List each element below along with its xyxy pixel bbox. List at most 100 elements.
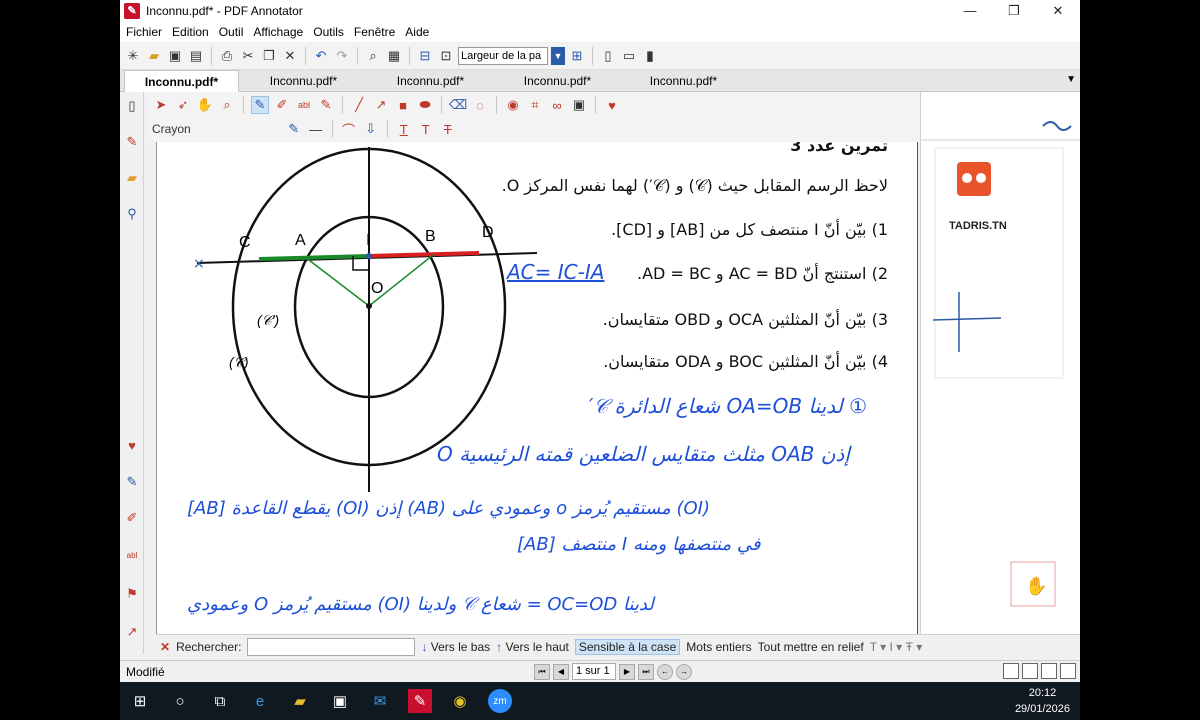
print-icon[interactable]: ⎙	[218, 47, 236, 65]
search-up-button[interactable]: ↑ Vers le haut	[496, 640, 569, 654]
hand-icon[interactable]: ✋	[196, 96, 214, 114]
task-view-icon[interactable]: ⧉	[208, 689, 232, 713]
close-search-icon[interactable]: ✕	[160, 640, 170, 654]
lasso-icon[interactable]: ◌	[471, 96, 489, 114]
save-all-icon[interactable]: ▤	[187, 47, 205, 65]
zoom-in-icon[interactable]: ⊞	[568, 47, 586, 65]
rectangle-icon[interactable]: ■	[394, 96, 412, 114]
line-icon[interactable]: ╱	[350, 96, 368, 114]
tabs-dropdown-icon[interactable]: ▼	[1066, 74, 1076, 85]
fit-width-icon[interactable]: ⊡	[437, 47, 455, 65]
tab-document-2[interactable]: Inconnu.pdf*	[246, 70, 361, 92]
stamp-down-icon[interactable]: ⇩	[362, 120, 380, 138]
whole-words-toggle[interactable]: Mots entiers	[686, 640, 751, 654]
single-page-icon[interactable]: ▯	[599, 47, 617, 65]
redo-icon[interactable]: ↷	[333, 47, 351, 65]
store-icon[interactable]: ▣	[328, 689, 352, 713]
highlight-all-toggle[interactable]: Tout mettre en relief	[758, 640, 864, 654]
view-grid-icon[interactable]	[1060, 663, 1076, 679]
zoom-out-icon[interactable]: ⊟	[416, 47, 434, 65]
paperclip-icon[interactable]: ⚲	[124, 206, 140, 222]
arrow-icon[interactable]: ↗	[124, 624, 140, 640]
save-icon[interactable]: ▣	[166, 47, 184, 65]
windows-start-icon[interactable]: ⊞	[128, 689, 152, 713]
page-icon[interactable]: ▯	[124, 98, 140, 114]
copy-icon[interactable]: ❐	[260, 47, 278, 65]
open-folder-icon[interactable]: ▰	[145, 47, 163, 65]
zoom-app-icon[interactable]: zm	[488, 689, 512, 713]
camera-icon[interactable]: ◉	[504, 96, 522, 114]
page-indicator[interactable]: 1 sur 1	[572, 663, 616, 680]
search-input[interactable]	[247, 637, 416, 656]
text-format-icon[interactable]: T ▾ I ▾ Ŧ ▾	[870, 640, 923, 654]
ellipse-icon[interactable]: ⬬	[416, 96, 434, 114]
heart-icon[interactable]: ♥	[124, 438, 140, 454]
stamp-icon[interactable]: ⚑	[124, 586, 140, 602]
grid-icon[interactable]: ▦	[385, 47, 403, 65]
insert-image-icon[interactable]: ▣	[570, 96, 588, 114]
page-width-icon[interactable]: ▭	[620, 47, 638, 65]
menu-edition[interactable]: Edition	[172, 25, 209, 39]
forward-icon[interactable]: →	[676, 663, 692, 680]
menu-outil[interactable]: Outil	[219, 25, 244, 39]
edge-browser-icon[interactable]: e	[248, 689, 272, 713]
back-icon[interactable]: ←	[657, 663, 673, 680]
find-icon[interactable]: ⌕	[364, 47, 382, 65]
text-strike-icon[interactable]: T	[439, 120, 457, 138]
cut-icon[interactable]: ✂	[239, 47, 257, 65]
menu-fichier[interactable]: Fichier	[126, 25, 162, 39]
line-width-icon[interactable]: —	[307, 120, 325, 138]
mail-icon[interactable]: ✉	[368, 689, 392, 713]
typewriter-icon[interactable]: ✎	[317, 96, 335, 114]
menu-fenetre[interactable]: Fenêtre	[354, 25, 395, 39]
view-continuous-icon[interactable]	[1022, 663, 1038, 679]
first-page-icon[interactable]: ⏮	[534, 663, 550, 680]
text-style-icon[interactable]: T	[395, 120, 413, 138]
file-explorer-icon[interactable]: ▰	[288, 689, 312, 713]
close-button[interactable]: ✕	[1036, 0, 1080, 22]
minimize-button[interactable]: —	[948, 0, 992, 22]
menu-aide[interactable]: Aide	[405, 25, 429, 39]
next-page-icon[interactable]: ▶	[619, 663, 635, 680]
chrome-icon[interactable]: ◉	[448, 689, 472, 713]
last-page-icon[interactable]: ⏭	[638, 663, 654, 680]
link-icon[interactable]: ∞	[548, 96, 566, 114]
prev-page-icon[interactable]: ◀	[553, 663, 569, 680]
favorites-icon[interactable]: ♥	[603, 96, 621, 114]
case-sensitive-toggle[interactable]: Sensible à la case	[574, 638, 681, 655]
menu-outils[interactable]: Outils	[313, 25, 344, 39]
view-single-icon[interactable]	[1003, 663, 1019, 679]
select-arrow-icon[interactable]: ➤	[152, 96, 170, 114]
chevron-down-icon[interactable]: ▼	[551, 47, 565, 65]
tab-document-5[interactable]: Inconnu.pdf*	[626, 70, 741, 92]
view-facing-icon[interactable]	[1041, 663, 1057, 679]
curve-icon[interactable]: ⌒	[340, 120, 358, 138]
text-box-icon[interactable]: abl	[295, 96, 313, 114]
note-icon[interactable]: ▰	[124, 170, 140, 186]
search-down-button[interactable]: ↓ Vers le bas	[421, 640, 490, 654]
pointer-icon[interactable]: ➶	[174, 96, 192, 114]
highlighter-icon[interactable]: ✐	[273, 96, 291, 114]
taskbar-clock[interactable]: 20:12 29/01/2026	[1015, 685, 1070, 717]
text-underline-icon[interactable]: T	[417, 120, 435, 138]
search-circle-icon[interactable]: ○	[168, 689, 192, 713]
delete-icon[interactable]: ✕	[281, 47, 299, 65]
fullscreen-icon[interactable]: ▮	[641, 47, 659, 65]
zoom-select[interactable]: Largeur de la pa	[458, 47, 548, 65]
pdf-annotator-taskbar-icon[interactable]: ✎	[408, 689, 432, 713]
menu-affichage[interactable]: Affichage	[253, 25, 303, 39]
marker-icon[interactable]: ✐	[124, 510, 140, 526]
maximize-button[interactable]: ❐	[992, 0, 1036, 22]
magnifier-icon[interactable]: ⌕	[218, 96, 236, 114]
document-page[interactable]: × C A I B D O (𝒞′) (𝒞) تمرين عدد 3 لاحظ …	[156, 142, 918, 634]
pen-icon[interactable]: ✎	[124, 134, 140, 150]
pencil-tool-icon[interactable]: ✎	[251, 96, 269, 114]
arrow-line-icon[interactable]: ↗	[372, 96, 390, 114]
new-icon[interactable]: ✳	[124, 47, 142, 65]
tab-document-1[interactable]: Inconnu.pdf*	[124, 70, 239, 92]
pencil-icon[interactable]: ✎	[124, 474, 140, 490]
eraser-icon[interactable]: ⌫	[449, 96, 467, 114]
tab-document-3[interactable]: Inconnu.pdf*	[373, 70, 488, 92]
crop-icon[interactable]: ⌗	[526, 96, 544, 114]
tab-document-4[interactable]: Inconnu.pdf*	[500, 70, 615, 92]
